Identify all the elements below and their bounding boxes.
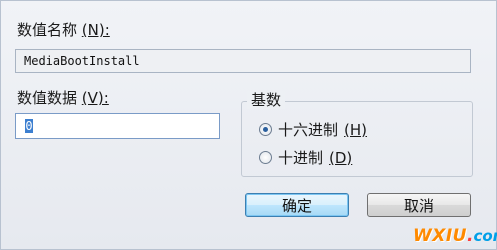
- value-name-field: MediaBootInstall: [15, 49, 471, 73]
- radio-decimal-indicator[interactable]: [259, 151, 272, 164]
- value-data-accelerator: (V):: [81, 89, 109, 107]
- radio-hexadecimal-accelerator: (H): [344, 120, 367, 139]
- site-watermark: WXIU . com: [413, 225, 497, 247]
- base-group-title: 基数: [247, 91, 286, 109]
- value-data-input[interactable]: [15, 113, 220, 139]
- watermark-main-text: WXIU: [413, 226, 467, 246]
- radio-decimal-label: 十进制: [278, 149, 324, 167]
- radio-decimal[interactable]: 十进制 (D): [259, 147, 352, 168]
- value-data-selection: 0: [25, 119, 33, 133]
- value-data-label: 数值数据 (V):: [17, 89, 109, 107]
- value-data-label-text: 数值数据: [17, 89, 78, 107]
- radio-decimal-accelerator: (D): [329, 148, 353, 167]
- cancel-button[interactable]: 取消: [367, 193, 471, 217]
- value-name-label-text: 数值名称: [17, 21, 78, 39]
- value-name-label: 数值名称 (N):: [17, 21, 110, 39]
- radio-hexadecimal-indicator[interactable]: [259, 123, 272, 136]
- radio-hexadecimal-label: 十六进制: [278, 121, 339, 139]
- ok-button[interactable]: 确定: [245, 193, 349, 217]
- radio-hexadecimal[interactable]: 十六进制 (H): [259, 119, 367, 140]
- watermark-suffix: com: [473, 227, 497, 245]
- value-name-accelerator: (N):: [81, 21, 110, 39]
- edit-dword-dialog: 数值名称 (N): MediaBootInstall 数值数据 (V): 0 基…: [0, 0, 497, 250]
